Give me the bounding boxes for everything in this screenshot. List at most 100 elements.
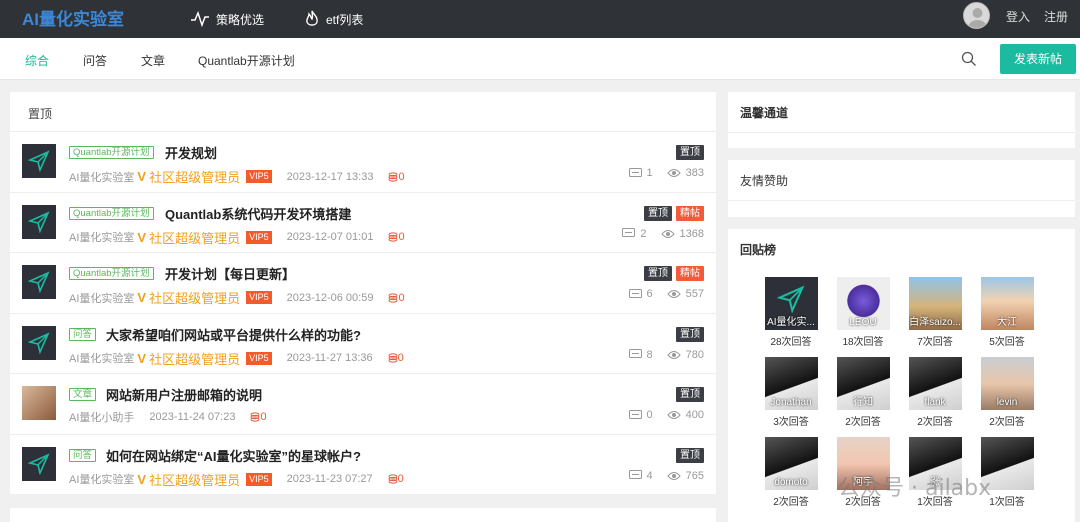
leader-reply-count: 2次回答: [917, 417, 953, 428]
leaderboard-user[interactable]: 行知 2次回答: [836, 357, 890, 428]
eye-icon: [666, 471, 681, 480]
post-author-avatar[interactable]: [22, 204, 56, 239]
post-title[interactable]: 开发规划: [165, 143, 217, 162]
leader-avatar[interactable]: levin: [980, 357, 1034, 410]
coin-count: 0: [388, 352, 404, 364]
post-meta: AI量化实验室 V 社区超级管理员 VIP5 2023-11-27 13:36 0: [69, 349, 404, 368]
leaderboard-user[interactable]: AI量化实... 28次回答: [764, 277, 818, 348]
leader-avatar[interactable]: 行知: [836, 357, 890, 410]
post-author-avatar[interactable]: [22, 325, 56, 360]
post-stats: 8 780: [628, 349, 704, 361]
post-badges: 置顶: [676, 326, 704, 342]
vip-badge: VIP5: [246, 472, 272, 486]
post-category-tag[interactable]: 问答: [69, 327, 97, 341]
site-logo[interactable]: AI量化实验室: [22, 5, 124, 30]
post-date: 2023-12-06 00:59: [286, 291, 374, 304]
search-icon[interactable]: [961, 51, 977, 70]
coin-count: 0: [388, 171, 405, 183]
post-author-role: 社区超级管理员: [149, 472, 241, 488]
leaderboard-user[interactable]: Jonathan 3次回答: [764, 357, 818, 428]
post-category-tag[interactable]: 问答: [69, 448, 97, 462]
post-row[interactable]: Quantlab开源计划 开发规划 AI量化实验室 V 社区超级管理员 VIP5 2…: [10, 132, 716, 193]
verified-icon: V: [137, 350, 147, 366]
tab-all[interactable]: 综合: [25, 52, 49, 69]
leaderboard-user[interactable]: 白泽saizo... 7次回答: [908, 277, 962, 348]
leaderboard-user[interactable]: domoto 2次回答: [764, 437, 818, 508]
vip-badge: VIP5: [246, 351, 272, 365]
post-author-avatar[interactable]: [22, 386, 56, 420]
post-author[interactable]: AI量化实验室: [69, 471, 134, 487]
leader-name: AI量化实...: [767, 317, 815, 328]
welcome-panel: 温馨通道: [728, 92, 1075, 148]
post-meta: AI量化实验室 V 社区超级管理员 VIP5 2023-12-17 13:33 0: [69, 167, 405, 186]
nav-etf-label: etf列表: [326, 12, 364, 27]
post-title[interactable]: 如何在网站绑定“AI量化实验室”的星球帐户?: [106, 446, 361, 465]
leader-avatar[interactable]: LEOU: [836, 277, 890, 330]
post-category-tag[interactable]: Quantlab开源计划: [69, 206, 154, 220]
post-stats: 4 765: [628, 469, 704, 482]
post-title[interactable]: 大家希望咱们网站或平台提供什么样的功能?: [106, 325, 361, 344]
post-author[interactable]: AI量化小助手: [69, 409, 134, 425]
post-author[interactable]: AI量化实验室: [69, 350, 134, 366]
tab-quantlab[interactable]: Quantlab开源计划: [198, 52, 295, 69]
reply-count: 1: [646, 167, 653, 179]
leader-avatar[interactable]: domoto: [764, 437, 818, 490]
reply-count: 6: [646, 288, 653, 300]
view-count: 400: [685, 409, 704, 421]
pinned-badge: 置顶: [644, 266, 672, 281]
post-category-tag[interactable]: Quantlab开源计划: [69, 146, 154, 159]
post-badges: 置顶: [676, 447, 704, 463]
post-category-tag[interactable]: Quantlab开源计划: [69, 267, 154, 280]
user-avatar[interactable]: [963, 2, 990, 29]
post-row[interactable]: Quantlab开源计划 Quantlab系统代码开发环境搭建 AI量化实验室 …: [10, 193, 716, 253]
view-count: 765: [685, 469, 704, 482]
register-link[interactable]: 注册: [1044, 8, 1068, 25]
tab-qa[interactable]: 问答: [83, 52, 107, 69]
post-title[interactable]: 开发计划【每日更新】: [165, 264, 295, 283]
post-row[interactable]: 文章 网站新用户注册邮箱的说明 AI量化小助手 2023-11-24 07:23…: [10, 374, 716, 435]
eye-icon: [666, 169, 681, 177]
post-author-avatar[interactable]: [22, 144, 56, 178]
leader-avatar[interactable]: flank: [908, 357, 962, 410]
leader-name: domoto: [774, 477, 808, 488]
leader-avatar[interactable]: Jonathan: [764, 357, 818, 410]
reply-count: 0: [646, 409, 653, 421]
leader-avatar[interactable]: 白泽saizo...: [908, 277, 962, 330]
nav-strategy[interactable]: 策略优选: [190, 0, 264, 38]
leader-name: 大江: [997, 317, 1017, 328]
leader-reply-count: 28次回答: [770, 337, 812, 348]
post-category-tag[interactable]: 文章: [69, 388, 97, 401]
pinned-badge: 置顶: [676, 145, 704, 160]
leader-avatar[interactable]: AI量化实...: [764, 277, 818, 330]
leaderboard-user[interactable]: LEOU 18次回答: [836, 277, 890, 348]
coin-icon: [250, 412, 260, 422]
sponsor-title: 友情赞助: [740, 174, 789, 188]
post-author[interactable]: AI量化实验室: [69, 290, 134, 306]
post-title[interactable]: Quantlab系统代码开发环境搭建: [165, 204, 351, 223]
leader-reply-count: 18次回答: [842, 337, 884, 348]
post-date: 2023-11-24 07:23: [149, 411, 236, 423]
leaderboard-user[interactable]: 大江 5次回答: [980, 277, 1034, 348]
post-author-avatar[interactable]: [22, 265, 56, 299]
leaderboard-user[interactable]: levin 2次回答: [980, 357, 1034, 428]
login-link[interactable]: 登入: [1006, 8, 1030, 25]
leader-avatar[interactable]: 大江: [980, 277, 1034, 330]
post-row[interactable]: Quantlab开源计划 开发计划【每日更新】 AI量化实验室 V 社区超级管理员…: [10, 253, 716, 314]
new-post-button[interactable]: 发表新帖: [1000, 44, 1076, 74]
post-title[interactable]: 网站新用户注册邮箱的说明: [106, 385, 262, 404]
nav-etf[interactable]: etf列表: [304, 0, 363, 38]
comment-icon: [628, 167, 642, 177]
post-row[interactable]: 问答 大家希望咱们网站或平台提供什么样的功能? AI量化实验室 V 社区超级管理员…: [10, 314, 716, 374]
post-row[interactable]: 问答 如何在网站绑定“AI量化实验室”的星球帐户? AI量化实验室 V 社区超级管…: [10, 435, 716, 496]
eye-icon: [660, 229, 675, 238]
post-author[interactable]: AI量化实验室: [69, 229, 134, 245]
post-author[interactable]: AI量化实验室: [69, 169, 134, 185]
post-date: 2023-12-17 13:33: [286, 170, 374, 183]
leader-name: levin: [996, 397, 1018, 408]
tab-articles[interactable]: 文章: [141, 52, 165, 69]
post-author-avatar[interactable]: [22, 446, 56, 481]
leaderboard-user[interactable]: flank 2次回答: [908, 357, 962, 428]
verified-icon: V: [137, 229, 147, 245]
coin-icon: [388, 353, 398, 363]
post-date: 2023-12-07 01:01: [286, 231, 374, 243]
